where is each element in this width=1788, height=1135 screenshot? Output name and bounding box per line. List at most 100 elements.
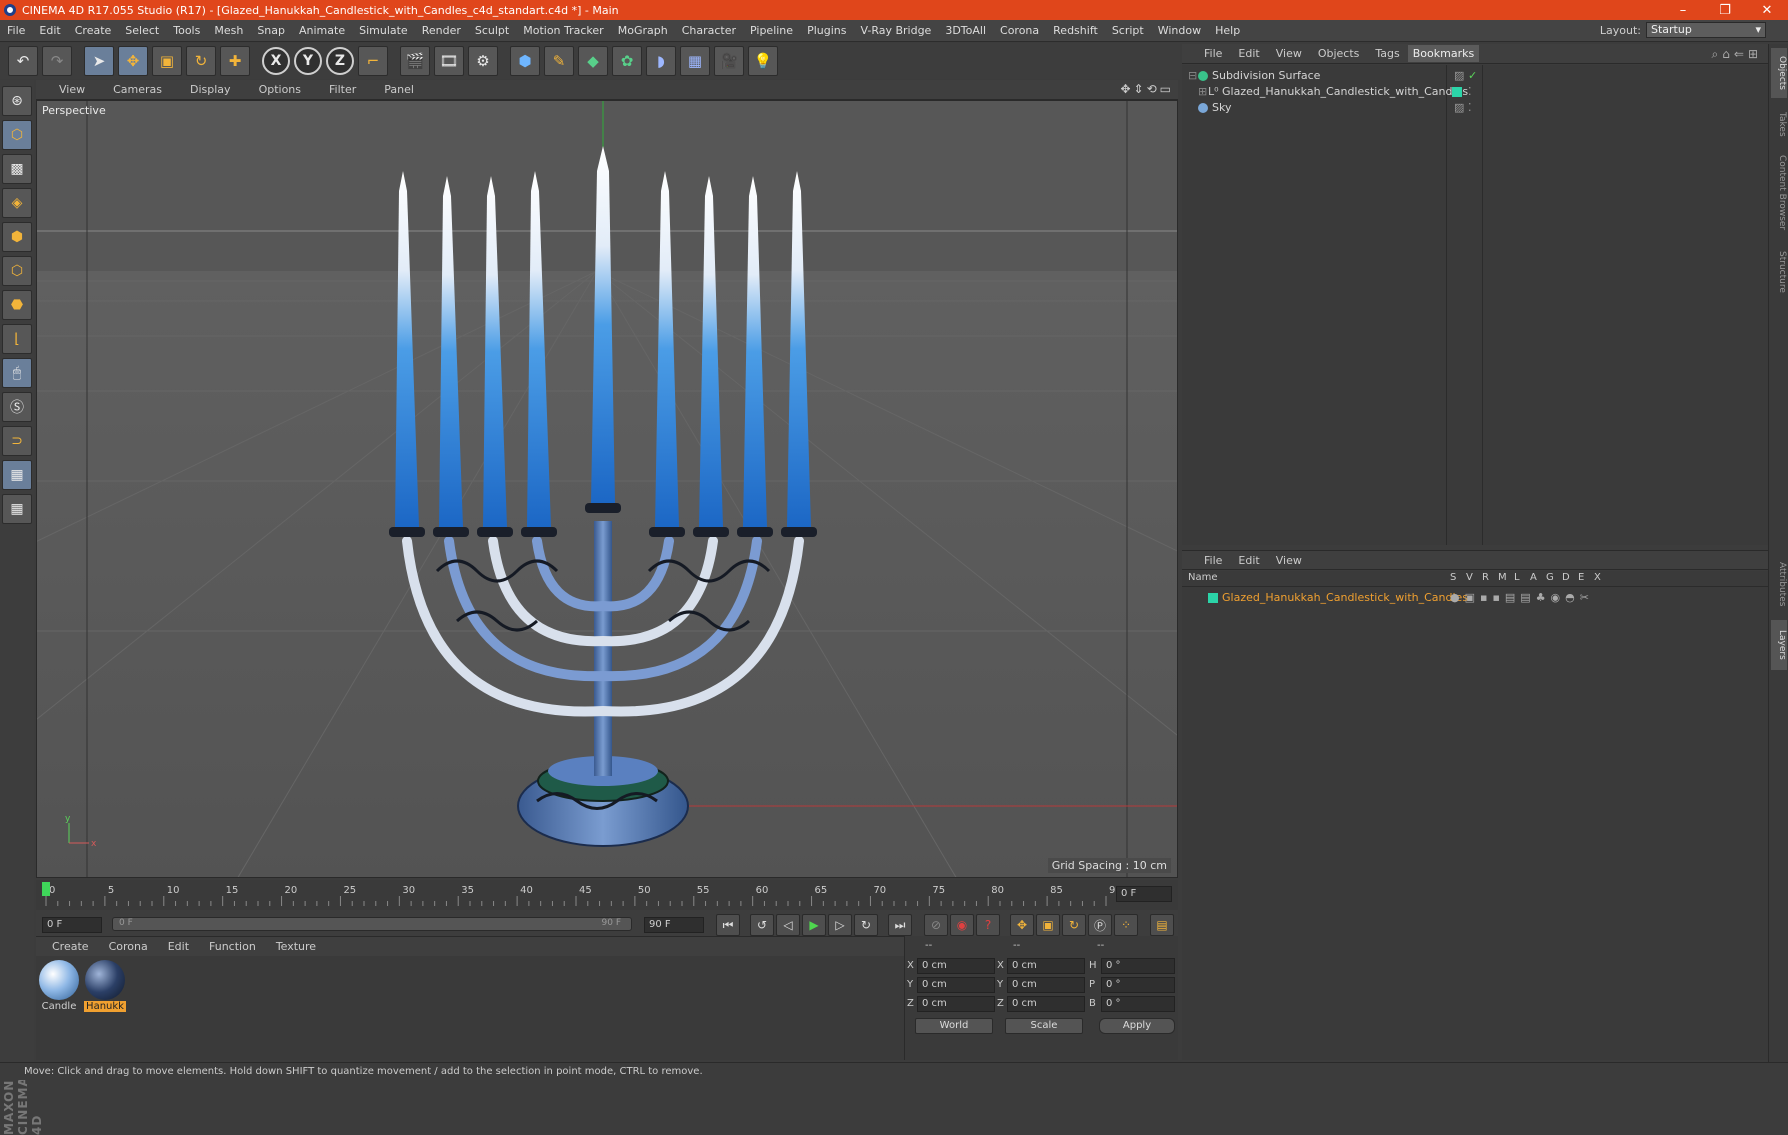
size-y-field[interactable]: 0 cm [1007,977,1085,993]
menu-mograph[interactable]: MoGraph [611,24,675,37]
render-picture-viewer-icon[interactable]: 🎞 [434,46,464,76]
menu-window[interactable]: Window [1151,24,1208,37]
menu-3dtoall[interactable]: 3DToAll [938,24,993,37]
column-deformers[interactable]: D [1562,572,1570,583]
side-tab-attributes[interactable]: Attributes [1771,554,1787,614]
current-frame-field[interactable]: 0 F [1116,886,1172,902]
live-select-icon[interactable]: ➤ [84,46,114,76]
menu-snap[interactable]: Snap [250,24,292,37]
layer-color-swatch[interactable] [1452,87,1462,97]
objects-menu-tags[interactable]: Tags [1367,47,1407,60]
previous-frame-icon[interactable]: ◁ [776,914,800,936]
render-settings-icon[interactable]: ⚙ [468,46,498,76]
column-manager[interactable]: M [1498,572,1507,583]
column-animation[interactable]: A [1530,572,1537,583]
objects-menu-bookmarks[interactable]: Bookmarks [1407,45,1480,62]
objects-menu-objects[interactable]: Objects [1310,47,1368,60]
next-frame-icon[interactable]: ▷ [828,914,852,936]
key-position-icon[interactable]: ✥ [1010,914,1034,936]
pen-spline-icon[interactable]: ✎ [544,46,574,76]
menu-file[interactable]: File [0,24,32,37]
menu-select[interactable]: Select [118,24,166,37]
column-render[interactable]: R [1482,572,1489,583]
end-frame-field[interactable]: 90 F [644,917,704,933]
viewport-menu-view[interactable]: View [44,83,98,96]
timeline-ruler[interactable]: 051015202530354045505560657075808590 0 F [36,880,1178,910]
recent-tool-icon[interactable]: ✚ [220,46,250,76]
objects-menu-view[interactable]: View [1268,47,1310,60]
menu-tools[interactable]: Tools [166,24,207,37]
timeline-window-icon[interactable]: ▤ [1150,914,1174,936]
polygons-mode-icon[interactable]: ⬣ [2,290,32,320]
layout-dropdown[interactable]: Startup [1646,22,1766,38]
camera-icon[interactable]: 🎥 [714,46,744,76]
pos-y-field[interactable]: 0 cm [917,977,995,993]
workplane-mode-icon[interactable]: ◈ [2,188,32,218]
column-view[interactable]: V [1466,572,1473,583]
material-menu-function[interactable]: Function [199,940,266,953]
close-button[interactable]: ✕ [1746,0,1788,20]
visibility-dots-icon[interactable]: ⁚ [1468,99,1472,117]
size-mode-dropdown[interactable]: Scale [1005,1018,1083,1034]
workplane-grid-icon[interactable]: ▦ [2,494,32,524]
minimize-button[interactable]: – [1662,0,1704,20]
texture-mode-icon[interactable]: ▩ [2,154,32,184]
side-tab-takes[interactable]: Takes [1771,104,1787,144]
menu-animate[interactable]: Animate [292,24,352,37]
layer-toggle-icons[interactable]: ●▣▪▪▤▤♣◉◓✂ [1450,589,1594,607]
column-solo[interactable]: S [1450,572,1456,583]
redo-icon[interactable]: ↷ [42,46,72,76]
menu-render[interactable]: Render [415,24,468,37]
rotate-tool-icon[interactable]: ↻ [186,46,216,76]
menu-motion-tracker[interactable]: Motion Tracker [516,24,610,37]
model-mode-icon[interactable]: ⬡ [2,120,32,150]
column-generators[interactable]: G [1546,572,1554,583]
viewport-menu-display[interactable]: Display [175,83,244,96]
column-xref[interactable]: X [1594,572,1601,583]
key-pla-icon[interactable]: ⁘ [1114,914,1138,936]
layer-row[interactable]: Glazed_Hanukkah_Candlestick_with_Candles… [1182,589,1768,607]
material-menu-texture[interactable]: Texture [266,940,326,953]
scale-tool-icon[interactable]: ▣ [152,46,182,76]
move-tool-icon[interactable]: ✥ [118,46,148,76]
z-axis-lock-button[interactable]: Z [326,47,354,75]
light-icon[interactable]: 💡 [748,46,778,76]
coordinate-system-icon[interactable]: ⌐ [358,46,388,76]
pos-z-field[interactable]: 0 cm [917,996,995,1012]
workplane-lock-icon[interactable]: ▦ [2,460,32,490]
menu-script[interactable]: Script [1105,24,1151,37]
layers-menu-file[interactable]: File [1196,554,1230,567]
objects-menu-file[interactable]: File [1196,47,1230,60]
menu-redshift[interactable]: Redshift [1046,24,1105,37]
menu-pipeline[interactable]: Pipeline [743,24,800,37]
record-icon[interactable]: ◉ [950,914,974,936]
key-parameter-icon[interactable]: Ⓟ [1088,914,1112,936]
rot-p-field[interactable]: 0 ° [1101,977,1175,993]
play-icon[interactable]: ▶ [802,914,826,936]
side-tab-content-browser[interactable]: Content Browser [1771,148,1787,238]
menu-vray-bridge[interactable]: V-Ray Bridge [853,24,938,37]
side-tab-structure[interactable]: Structure [1771,242,1787,302]
coordinate-mode-dropdown[interactable]: World [915,1018,993,1034]
viewport-menu-cameras[interactable]: Cameras [98,83,175,96]
next-key-icon[interactable]: ↻ [854,914,878,936]
menu-character[interactable]: Character [675,24,743,37]
viewport-menu-panel[interactable]: Panel [369,83,427,96]
size-z-field[interactable]: 0 cm [1007,996,1085,1012]
material-menu-create[interactable]: Create [42,940,99,953]
material-menu-corona[interactable]: Corona [99,940,158,953]
key-scale-icon[interactable]: ▣ [1036,914,1060,936]
frame-range-slider[interactable]: 0 F 90 F [112,917,632,931]
layers-menu-edit[interactable]: Edit [1230,554,1267,567]
playhead-marker[interactable] [42,882,50,896]
points-mode-icon[interactable]: ⬢ [2,222,32,252]
autokeying-icon[interactable]: ? [976,914,1000,936]
go-to-start-icon[interactable]: ⏮ [716,914,740,936]
axis-mode-icon[interactable]: ⌊ [2,324,32,354]
viewport-menu-filter[interactable]: Filter [314,83,369,96]
column-locked[interactable]: L [1514,572,1520,583]
apply-button[interactable]: Apply [1099,1018,1175,1034]
menu-simulate[interactable]: Simulate [352,24,415,37]
snapping-icon[interactable]: Ⓢ [2,392,32,422]
start-frame-field[interactable]: 0 F [42,917,102,933]
